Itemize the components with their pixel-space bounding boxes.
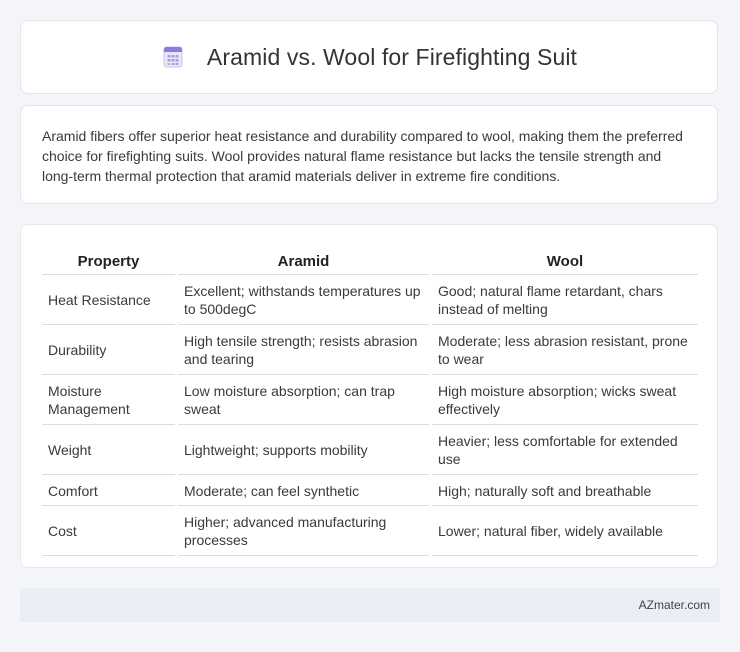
table-header-row: Property Aramid Wool xyxy=(42,244,698,275)
property-cell: Comfort xyxy=(42,475,175,506)
table-row: Cost Higher; advanced manufacturing proc… xyxy=(42,506,698,556)
wool-cell: Heavier; less comfortable for extended u… xyxy=(432,425,698,475)
property-cell: Heat Resistance xyxy=(42,275,175,325)
header-aramid: Aramid xyxy=(178,244,429,275)
property-cell: Weight xyxy=(42,425,175,475)
spreadsheet-icon xyxy=(163,46,183,68)
header-property: Property xyxy=(42,244,175,275)
source-link[interactable]: AZmater.com xyxy=(639,598,710,612)
comparison-table: Property Aramid Wool Heat Resistance Exc… xyxy=(39,244,701,556)
property-cell: Cost xyxy=(42,506,175,556)
aramid-cell: Higher; advanced manufacturing processes xyxy=(178,506,429,556)
table-row: Weight Lightweight; supports mobility He… xyxy=(42,425,698,475)
property-cell: Durability xyxy=(42,325,175,375)
aramid-cell: Excellent; withstands temperatures up to… xyxy=(178,275,429,325)
property-cell: Moisture Management xyxy=(42,375,175,425)
aramid-cell: Low moisture absorption; can trap sweat xyxy=(178,375,429,425)
wool-cell: High; naturally soft and breathable xyxy=(432,475,698,506)
table-row: Comfort Moderate; can feel synthetic Hig… xyxy=(42,475,698,506)
intro-text: Aramid fibers offer superior heat resist… xyxy=(42,128,683,184)
wool-cell: Lower; natural fiber, widely available xyxy=(432,506,698,556)
footer-bar: AZmater.com xyxy=(20,588,720,622)
page-title: Aramid vs. Wool for Firefighting Suit xyxy=(206,43,578,70)
aramid-cell: High tensile strength; resists abrasion … xyxy=(178,325,429,375)
wool-cell: Good; natural flame retardant, chars ins… xyxy=(432,275,698,325)
comparison-card: Property Aramid Wool Heat Resistance Exc… xyxy=(20,224,718,568)
header-wool: Wool xyxy=(432,244,698,275)
intro-card: Aramid fibers offer superior heat resist… xyxy=(20,105,718,204)
table-row: Moisture Management Low moisture absorpt… xyxy=(42,375,698,425)
table-row: Durability High tensile strength; resist… xyxy=(42,325,698,375)
aramid-cell: Lightweight; supports mobility xyxy=(178,425,429,475)
wool-cell: High moisture absorption; wicks sweat ef… xyxy=(432,375,698,425)
title-card: Aramid vs. Wool for Firefighting Suit xyxy=(20,20,718,94)
table-row: Heat Resistance Excellent; withstands te… xyxy=(42,275,698,325)
aramid-cell: Moderate; can feel synthetic xyxy=(178,475,429,506)
wool-cell: Moderate; less abrasion resistant, prone… xyxy=(432,325,698,375)
